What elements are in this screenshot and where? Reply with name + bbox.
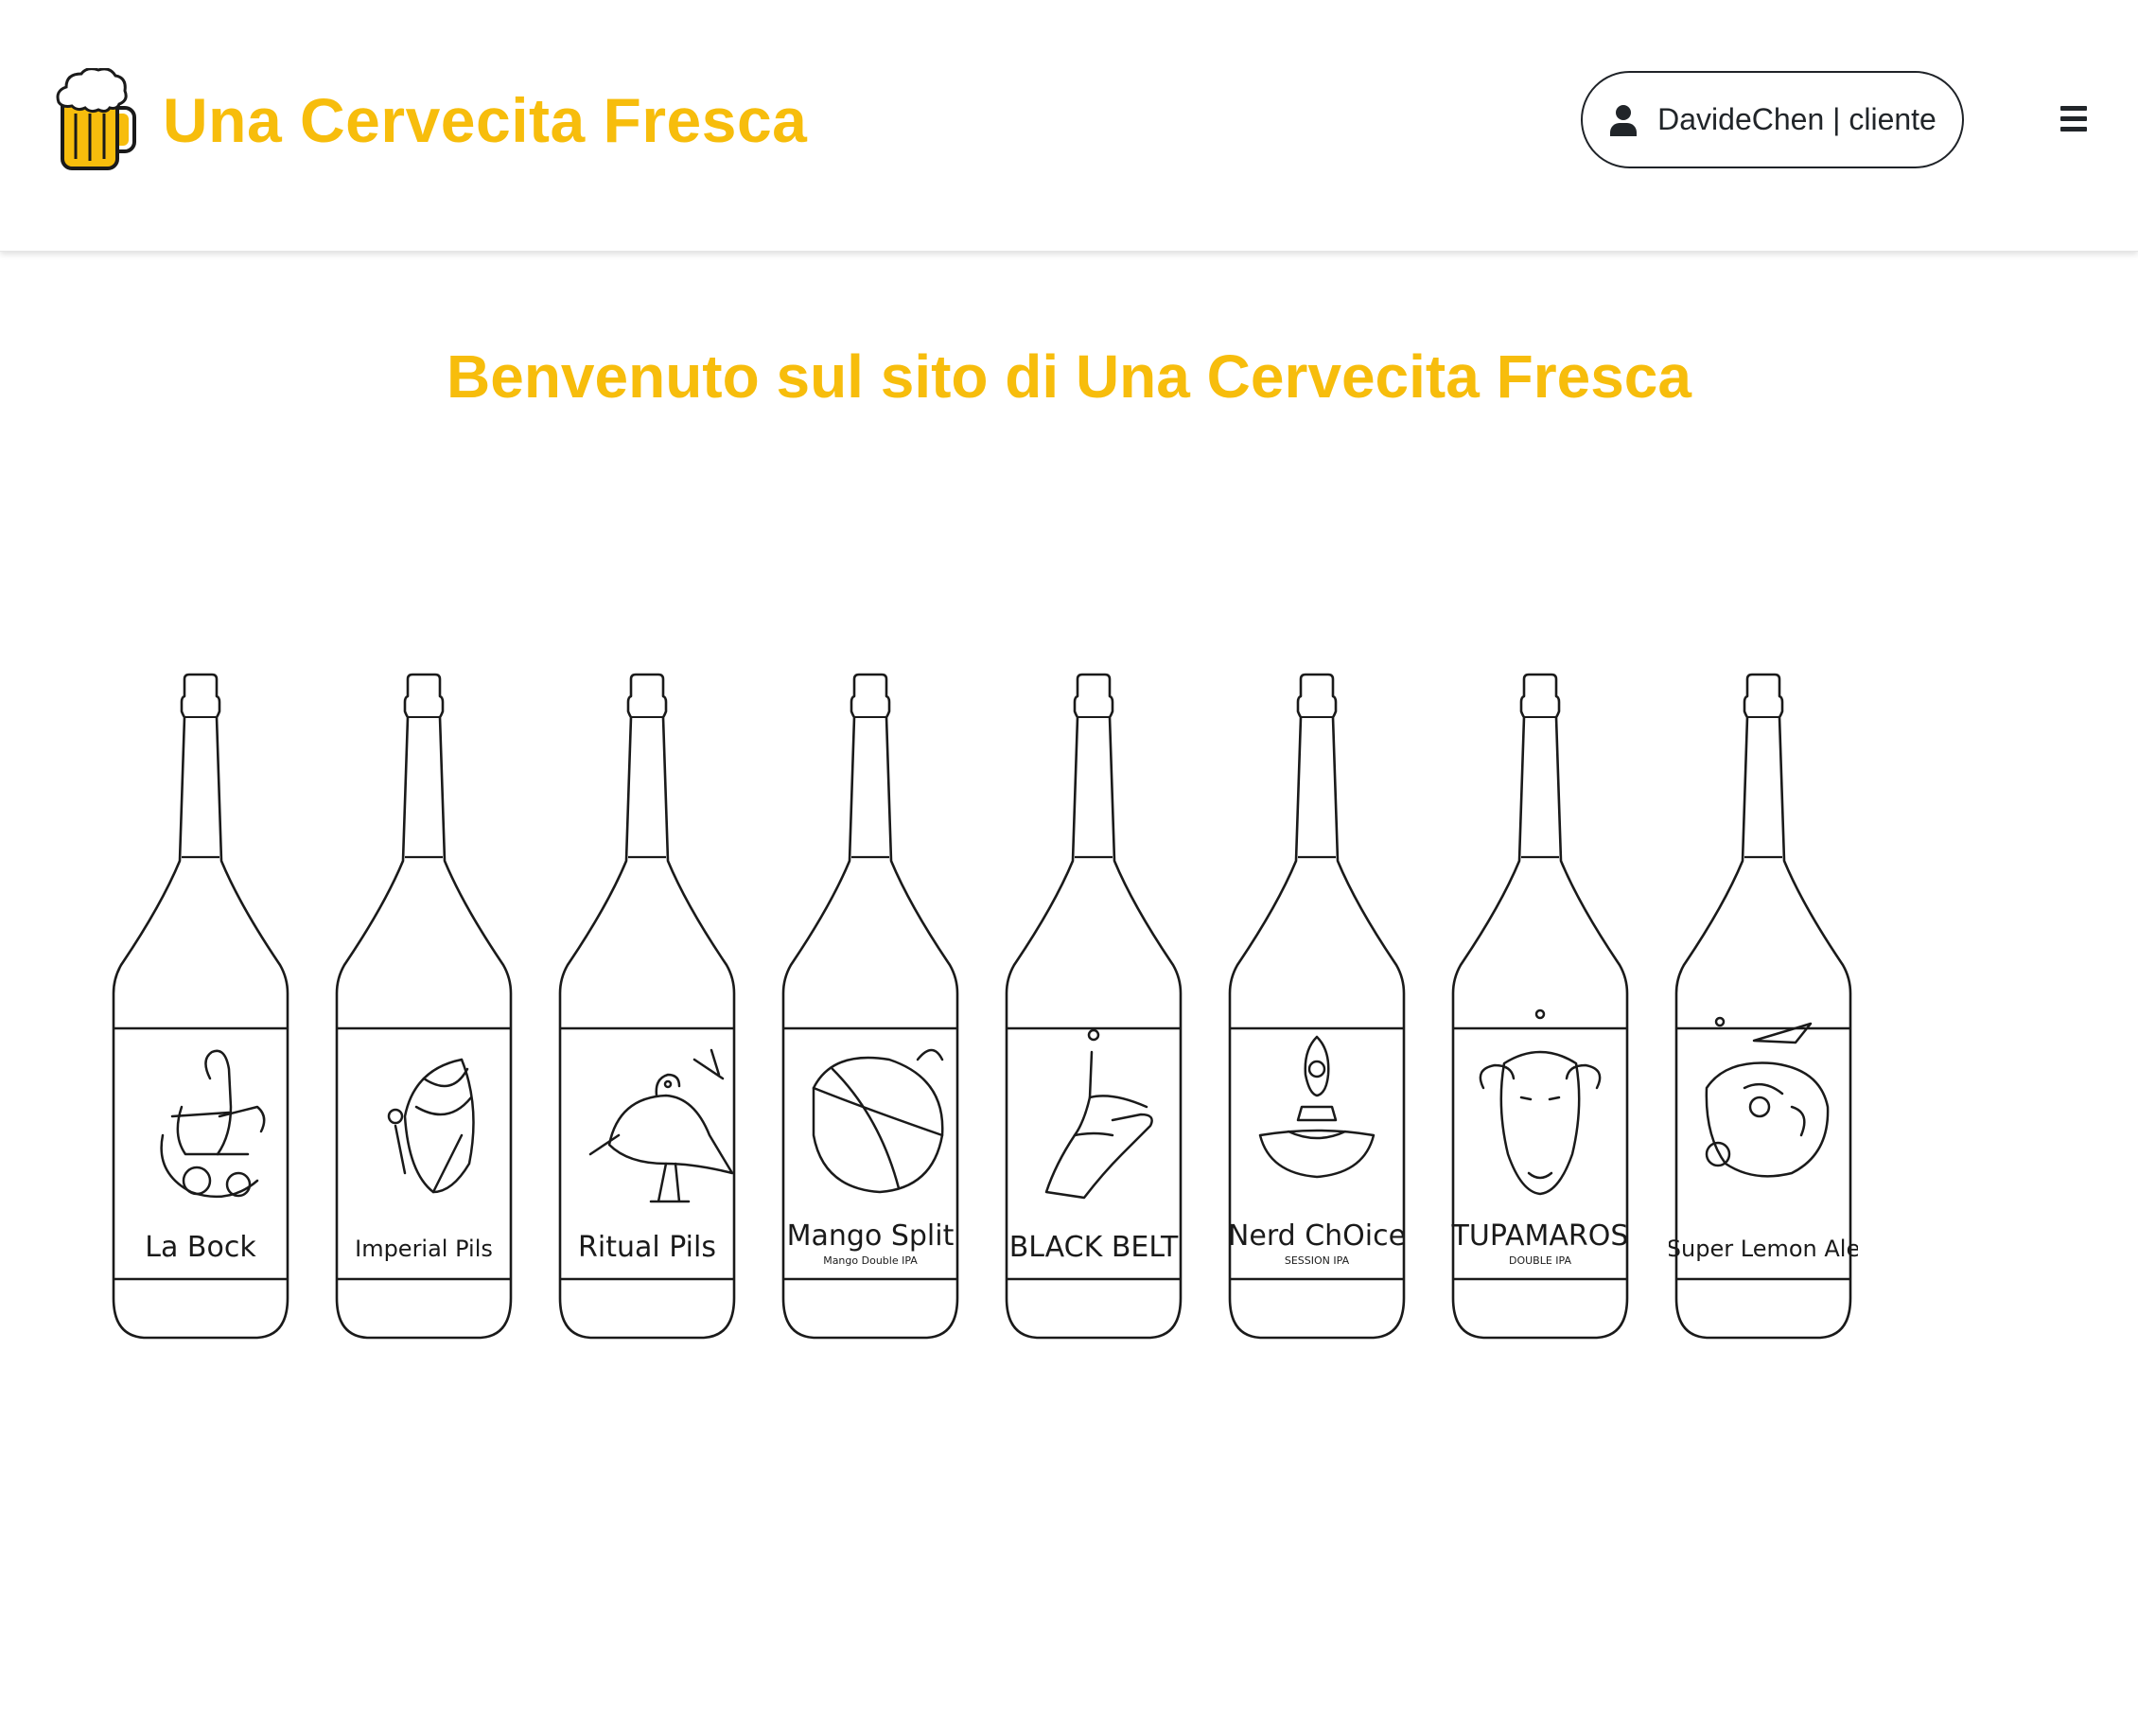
- bottle-subtitle-label: Mango Double IPA: [823, 1254, 918, 1267]
- hamburger-bar: [2060, 106, 2087, 111]
- bottle-name-label: Nerd ChOice: [1228, 1219, 1406, 1253]
- beer-bottle: Ritual Pils: [558, 673, 736, 1340]
- navbar: Una Cervecita Fresca DavideChen | client…: [0, 0, 2138, 252]
- hamburger-menu-icon[interactable]: [2057, 100, 2096, 140]
- bottle-lineup-illustration: La Bock Imperial Pils Ritual Pils Mango Spl…: [0, 662, 2138, 1381]
- bottle-subtitle-label: DOUBLE IPA: [1509, 1254, 1571, 1267]
- user-icon: [1610, 104, 1638, 136]
- bottle-name-label: Imperial Pils: [355, 1236, 493, 1262]
- hamburger-bar: [2060, 116, 2087, 121]
- beer-bottle: BLACK BELT: [1005, 673, 1183, 1340]
- brand-name[interactable]: Una Cervecita Fresca: [163, 89, 807, 151]
- beer-bottle: La Bock: [112, 673, 289, 1340]
- beer-bottle: Nerd ChOiceSESSION IPA: [1228, 673, 1406, 1340]
- beer-bottle: Super Lemon Ale: [1669, 673, 1858, 1340]
- user-label: DavideChen | cliente: [1657, 102, 1936, 136]
- brand-link[interactable]: Una Cervecita Fresca: [55, 68, 807, 172]
- bottle-name-label: Mango Split: [787, 1219, 955, 1253]
- bottle-name-label: TUPAMAROS: [1451, 1219, 1629, 1253]
- bottle-name-label: Super Lemon Ale: [1669, 1236, 1858, 1262]
- bottle-name-label: La Bock: [145, 1231, 256, 1264]
- bottle-name-label: BLACK BELT: [1009, 1231, 1179, 1264]
- beer-bottle: TUPAMAROSDOUBLE IPA: [1451, 673, 1629, 1340]
- beer-bottle: Imperial Pils: [335, 673, 513, 1340]
- welcome-title: Benvenuto sul sito di Una Cervecita Fres…: [447, 342, 1691, 411]
- bottle-name-label: Ritual Pils: [578, 1231, 716, 1264]
- user-account-button[interactable]: DavideChen | cliente: [1581, 71, 1964, 168]
- beer-mug-icon: [56, 68, 136, 170]
- beer-bottle: Mango SplitMango Double IPA: [781, 673, 959, 1340]
- hamburger-bar: [2060, 127, 2087, 132]
- bottle-subtitle-label: SESSION IPA: [1285, 1254, 1350, 1267]
